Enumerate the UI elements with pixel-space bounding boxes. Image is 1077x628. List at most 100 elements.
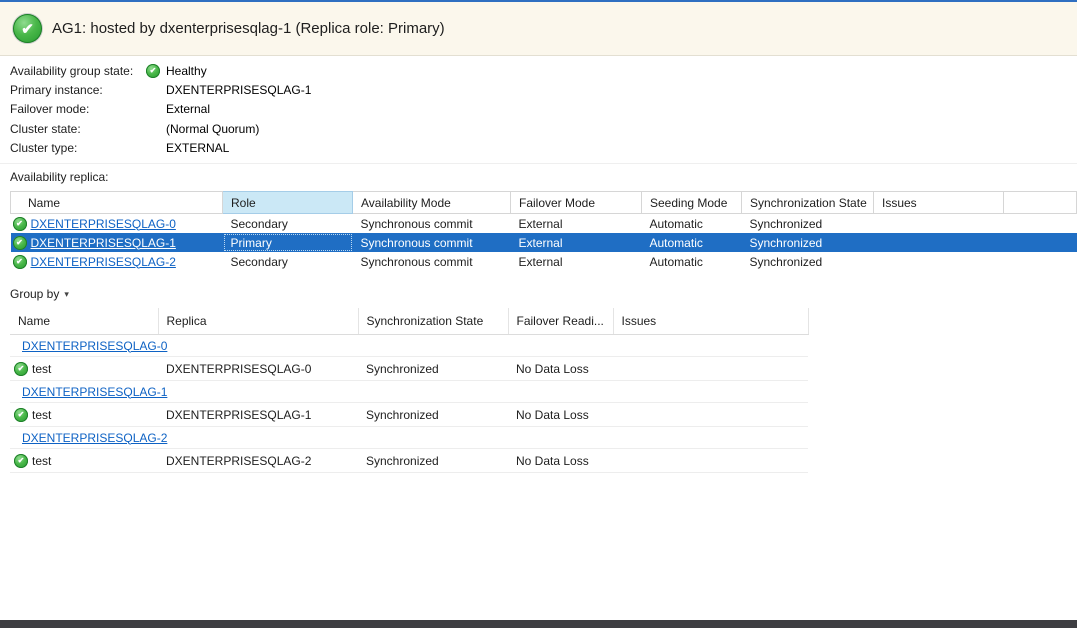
replica-link[interactable]: DXENTERPRISESQLAG-0 xyxy=(31,217,176,231)
filler-cell xyxy=(1004,233,1077,252)
summary-row-primary-instance: Primary instance: DXENTERPRISESQLAG-1 xyxy=(10,80,311,99)
summary-value: Healthy xyxy=(166,64,207,78)
ag-healthy-icon xyxy=(13,14,42,43)
availability-replica-label: Availability replica: xyxy=(10,170,109,184)
bottom-edge-bar xyxy=(0,620,1077,628)
database-row[interactable]: test DXENTERPRISESQLAG-1 Synchronized No… xyxy=(10,403,808,427)
db-issues-cell xyxy=(613,357,808,381)
healthy-check-icon xyxy=(146,64,160,78)
summary-value: EXTERNAL xyxy=(166,141,229,155)
availability-mode-cell: Synchronous commit xyxy=(353,233,511,252)
db-table-header-row: Name Replica Synchronization State Failo… xyxy=(10,308,808,335)
issues-cell xyxy=(874,233,1004,252)
group-replica-link[interactable]: DXENTERPRISESQLAG-1 xyxy=(22,385,167,399)
summary-row-group-state: Availability group state: Healthy xyxy=(10,61,311,80)
seeding-mode-cell: Automatic xyxy=(642,233,742,252)
summary-row-cluster-state: Cluster state: (Normal Quorum) xyxy=(10,119,311,138)
availability-mode-cell: Synchronous commit xyxy=(353,252,511,271)
replica-link[interactable]: DXENTERPRISESQLAG-2 xyxy=(31,255,176,269)
replica-row-0[interactable]: DXENTERPRISESQLAG-0 Secondary Synchronou… xyxy=(11,214,1077,234)
replica-row-1-selected[interactable]: DXENTERPRISESQLAG-1 Primary Synchronous … xyxy=(11,233,1077,252)
db-failover-readiness-cell: No Data Loss xyxy=(508,403,613,427)
summary-label: Availability group state: xyxy=(10,64,146,78)
column-header-filler xyxy=(1004,192,1077,214)
filler-cell xyxy=(1004,214,1077,234)
replica-table-header-row: Name Role Availability Mode Failover Mod… xyxy=(11,192,1077,214)
group-by-dropdown[interactable]: Group by ▾ xyxy=(10,284,69,304)
summary-label: Failover mode: xyxy=(10,102,146,116)
db-healthy-icon xyxy=(14,408,28,422)
replica-healthy-icon xyxy=(13,217,27,231)
role-cell: Secondary xyxy=(223,252,353,271)
db-name: test xyxy=(32,454,51,468)
db-failover-readiness-cell: No Data Loss xyxy=(508,449,613,473)
db-sync-state-cell: Synchronized xyxy=(358,403,508,427)
summary-row-failover-mode: Failover mode: External xyxy=(10,100,311,119)
db-issues-cell xyxy=(613,403,808,427)
database-group-table: Name Replica Synchronization State Failo… xyxy=(10,308,809,473)
column-header-db-name[interactable]: Name xyxy=(10,308,158,335)
group-replica-link[interactable]: DXENTERPRISESQLAG-0 xyxy=(22,339,167,353)
seeding-mode-cell: Automatic xyxy=(642,252,742,271)
db-issues-cell xyxy=(613,449,808,473)
summary-value: DXENTERPRISESQLAG-1 xyxy=(166,83,311,97)
replica-healthy-icon xyxy=(13,255,27,269)
summary-label: Cluster state: xyxy=(10,122,146,136)
db-failover-readiness-cell: No Data Loss xyxy=(508,357,613,381)
role-cell: Primary xyxy=(223,233,353,252)
replica-link[interactable]: DXENTERPRISESQLAG-1 xyxy=(31,236,176,250)
column-header-failover-mode[interactable]: Failover Mode xyxy=(511,192,642,214)
summary-panel: Availability group state: Healthy Primar… xyxy=(10,61,311,158)
column-header-db-issues[interactable]: Issues xyxy=(613,308,808,335)
column-header-name[interactable]: Name xyxy=(11,192,223,214)
column-header-db-sync-state[interactable]: Synchronization State xyxy=(358,308,508,335)
failover-mode-cell: External xyxy=(511,233,642,252)
summary-value: (Normal Quorum) xyxy=(166,122,259,136)
db-healthy-icon xyxy=(14,454,28,468)
group-header-row[interactable]: DXENTERPRISESQLAG-1 xyxy=(10,381,808,403)
db-name: test xyxy=(32,408,51,422)
column-header-synchronization-state[interactable]: Synchronization State xyxy=(742,192,874,214)
summary-value: External xyxy=(166,102,210,116)
db-name: test xyxy=(32,362,51,376)
replica-healthy-icon xyxy=(13,236,27,250)
column-header-db-failover-readiness[interactable]: Failover Readi... xyxy=(508,308,613,335)
summary-row-cluster-type: Cluster type: EXTERNAL xyxy=(10,139,311,158)
column-header-role[interactable]: Role xyxy=(223,192,353,214)
db-replica-cell: DXENTERPRISESQLAG-0 xyxy=(158,357,358,381)
seeding-mode-cell: Automatic xyxy=(642,214,742,234)
column-header-seeding-mode[interactable]: Seeding Mode xyxy=(642,192,742,214)
group-replica-link[interactable]: DXENTERPRISESQLAG-2 xyxy=(22,431,167,445)
column-header-db-replica[interactable]: Replica xyxy=(158,308,358,335)
db-replica-cell: DXENTERPRISESQLAG-2 xyxy=(158,449,358,473)
database-row[interactable]: test DXENTERPRISESQLAG-2 Synchronized No… xyxy=(10,449,808,473)
section-divider xyxy=(0,163,1077,164)
group-by-label: Group by xyxy=(10,287,59,301)
failover-mode-cell: External xyxy=(511,214,642,234)
synchronization-state-cell: Synchronized xyxy=(742,252,874,271)
db-replica-cell: DXENTERPRISESQLAG-1 xyxy=(158,403,358,427)
summary-label: Cluster type: xyxy=(10,141,146,155)
availability-replica-table: Name Role Availability Mode Failover Mod… xyxy=(10,191,1077,271)
failover-mode-cell: External xyxy=(511,252,642,271)
group-header-row[interactable]: DXENTERPRISESQLAG-2 xyxy=(10,427,808,449)
summary-label: Primary instance: xyxy=(10,83,146,97)
synchronization-state-cell: Synchronized xyxy=(742,233,874,252)
replica-row-2[interactable]: DXENTERPRISESQLAG-2 Secondary Synchronou… xyxy=(11,252,1077,271)
column-header-availability-mode[interactable]: Availability Mode xyxy=(353,192,511,214)
filler-cell xyxy=(1004,252,1077,271)
dashboard-header: AG1: hosted by dxenterprisesqlag-1 (Repl… xyxy=(0,2,1077,56)
issues-cell xyxy=(874,214,1004,234)
column-header-issues[interactable]: Issues xyxy=(874,192,1004,214)
synchronization-state-cell: Synchronized xyxy=(742,214,874,234)
availability-mode-cell: Synchronous commit xyxy=(353,214,511,234)
issues-cell xyxy=(874,252,1004,271)
group-header-row[interactable]: DXENTERPRISESQLAG-0 xyxy=(10,335,808,357)
db-healthy-icon xyxy=(14,362,28,376)
database-row[interactable]: test DXENTERPRISESQLAG-0 Synchronized No… xyxy=(10,357,808,381)
chevron-down-icon: ▾ xyxy=(64,289,69,300)
db-sync-state-cell: Synchronized xyxy=(358,449,508,473)
db-sync-state-cell: Synchronized xyxy=(358,357,508,381)
page-title: AG1: hosted by dxenterprisesqlag-1 (Repl… xyxy=(52,20,445,37)
role-cell: Secondary xyxy=(223,214,353,234)
